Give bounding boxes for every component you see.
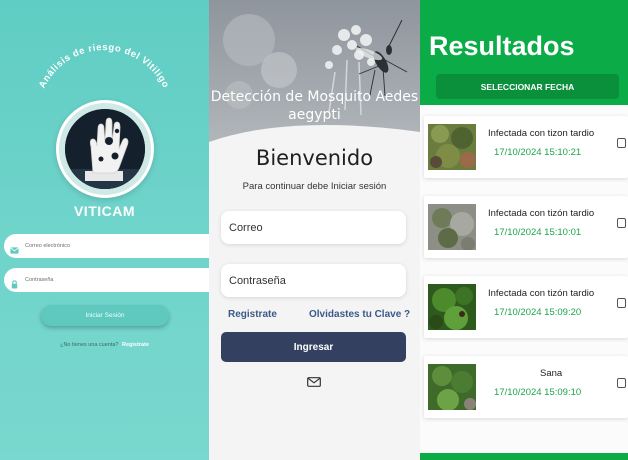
result-date: 17/10/2024 15:09:20 <box>494 307 582 318</box>
brand-name: VITICAM <box>73 203 136 219</box>
result-checkbox[interactable] <box>617 378 626 388</box>
result-label: Sana <box>540 368 563 379</box>
result-checkbox[interactable] <box>617 218 626 228</box>
result-label: Infectada con tizon tardio <box>488 128 595 139</box>
bottom-bar <box>420 453 628 460</box>
result-card[interactable]: Infectada con tizón tardio 17/10/2024 15… <box>424 196 628 258</box>
result-date: 17/10/2024 15:10:21 <box>494 147 582 158</box>
leaf-thumbnail <box>428 284 476 330</box>
register-link[interactable]: Registrate <box>122 342 149 348</box>
result-label: Infectada con tizón tardio <box>488 208 595 219</box>
result-checkbox[interactable] <box>617 138 626 148</box>
register-link[interactable]: Registrate <box>228 309 277 320</box>
viticam-login-screen: Análisis de riesgo del Vitiligo VITICAM … <box>0 0 209 460</box>
lock-icon <box>10 276 19 289</box>
email-field[interactable]: Correo <box>221 211 406 244</box>
app-logo <box>56 100 154 198</box>
password-field[interactable]: Contraseña <box>4 268 209 292</box>
forgot-password-link[interactable]: Olvidastes tu Clave ? <box>309 309 410 320</box>
password-placeholder: Contraseña <box>25 277 54 283</box>
leaf-thumbnail <box>428 124 476 170</box>
hand-logo-icon <box>65 109 145 189</box>
results-header: Resultados SELECCIONAR FECHA <box>420 0 628 105</box>
leaf-thumbnail <box>428 204 476 250</box>
result-card[interactable]: Infectada con tizon tardio 17/10/2024 15… <box>424 116 628 178</box>
mosquito-login-screen: Detección de Mosquito Aedes aegypti Bien… <box>209 0 420 460</box>
result-label: Infectada con tizón tardio <box>488 288 595 299</box>
hero-title-line1: Detección de Mosquito Aedes <box>210 89 419 105</box>
email-placeholder: Correo electrónico <box>25 243 70 249</box>
svg-text:Análisis de riesgo del Vitilig: Análisis de riesgo del Vitiligo <box>37 42 171 90</box>
results-screen: Resultados SELECCIONAR FECHA Infectada c… <box>420 0 628 460</box>
leaf-thumbnail <box>428 364 476 410</box>
select-date-button[interactable]: SELECCIONAR FECHA <box>436 74 619 99</box>
welcome-heading: Bienvenido <box>255 146 374 170</box>
no-account-text: ¿No tienes una cuenta? <box>60 342 119 348</box>
page-title: Resultados <box>429 31 575 61</box>
result-card[interactable]: Infectada con tizón tardio 17/10/2024 15… <box>424 276 628 338</box>
login-subtitle: Para continuar debe Iniciar sesión <box>242 181 387 192</box>
mail-icon <box>10 242 19 254</box>
login-button[interactable]: Iniciar Sesión <box>41 305 169 326</box>
result-card[interactable]: Sana 17/10/2024 15:09:10 <box>424 356 628 418</box>
register-row: ¿No tienes una cuenta? Registrate <box>0 342 209 348</box>
result-checkbox[interactable] <box>617 298 626 308</box>
mail-icon[interactable] <box>307 374 321 387</box>
result-date: 17/10/2024 15:10:01 <box>494 227 582 238</box>
login-button[interactable]: Ingresar <box>221 332 406 362</box>
email-field[interactable]: Correo electrónico <box>4 234 209 258</box>
password-field[interactable]: Contraseña <box>221 264 406 297</box>
result-date: 17/10/2024 15:09:10 <box>494 387 582 398</box>
